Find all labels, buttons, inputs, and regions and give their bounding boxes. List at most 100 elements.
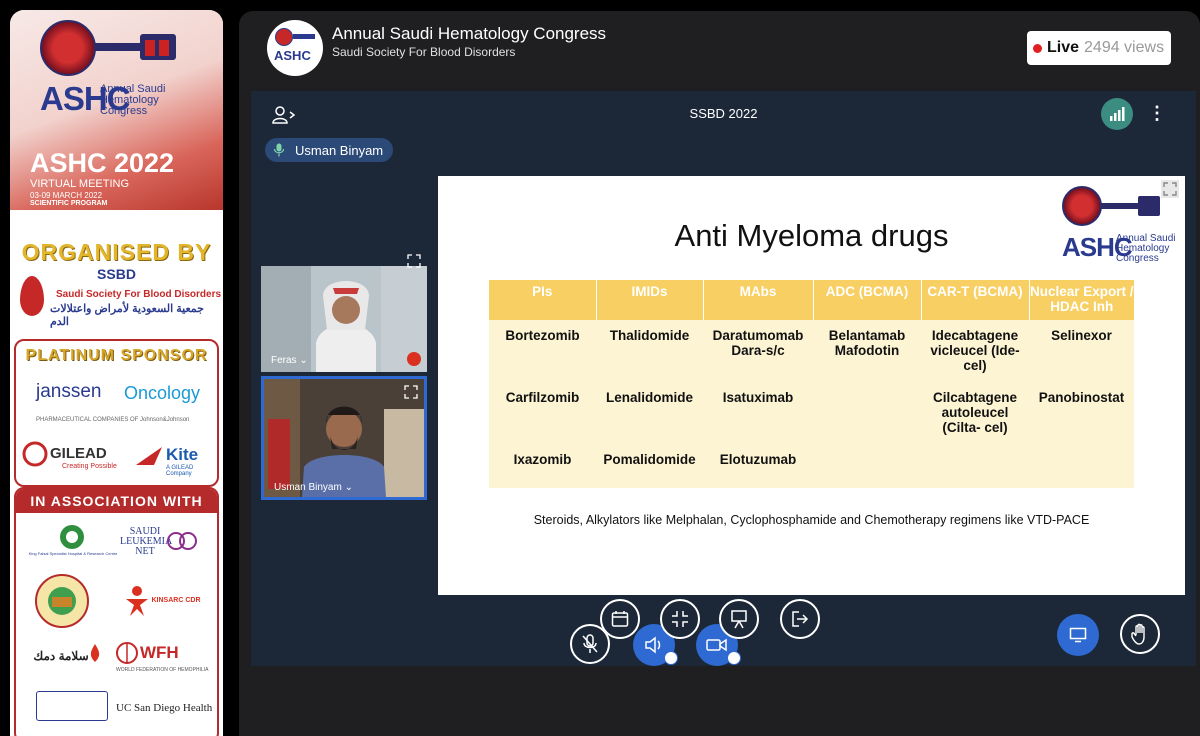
table-header: MAbs [703,280,814,320]
table-row: Bortezomib Thalidomide Daratumomab Dara-… [489,320,1134,382]
tile-name-label[interactable]: Feras ⌄ [271,355,308,366]
table-cell: Idecabtagene vicleucel (Ide-cel) [921,320,1029,382]
channel-logo[interactable]: ASHC [267,20,323,76]
table-cell: Pomalidomide [596,444,703,488]
table-cell: Cilcabtagene autoleucel (Cilta- cel) [921,382,1029,444]
table-header: Nuclear Export / HDAC Inh [1029,280,1134,320]
jj-note: PHARMACEUTICAL COMPANIES OF Johnson&John… [36,417,190,423]
table-cell: Carfilzomib [489,382,596,444]
banner-header: ASHC Annual Saudi Hematology Congress AS… [10,10,223,210]
table-cell [921,444,1029,488]
table-cell: Selinexor [1029,320,1134,382]
gilead-logo: GILEAD [50,445,107,462]
kite-sub: A GILEAD Company [166,465,194,477]
saudi-leukemia-label: SAUDI LEUKEMIA NET [120,526,173,557]
wfh-globe-icon [116,642,138,664]
expand-icon[interactable] [404,385,418,399]
video-tile-usman[interactable]: Usman Binyam ⌄ [261,376,427,500]
table-cell: Ixazomib [489,444,596,488]
ssbd-full-name: Saudi Society For Blood Disorders [56,289,222,300]
table-row: Carfilzomib Lenalidomide Isatuximab Cilc… [489,382,1134,444]
kfsh-logo-icon [60,525,84,549]
red-drop-icon [90,644,100,662]
wfh-sub: WORLD FEDERATION OF HEMOPHILIA [116,667,209,673]
slide-title: Anti Myeloma drugs [674,218,949,253]
more-options-icon[interactable]: ⋮ [1148,103,1166,123]
table-cell: Thalidomide [596,320,703,382]
banner-virtual: VIRTUAL MEETING [30,178,130,190]
slide-expand-icon[interactable] [1161,180,1179,198]
channel-logo-bar [293,34,315,39]
mic-muted-icon [407,352,421,366]
slide-test-tubes-icon [1138,196,1160,216]
kfsh-label: King Faisal Specialist Hospital & Resear… [28,551,118,556]
gov-org-logo [36,691,108,721]
banner-program: SCIENTIFIC PROGRAM [30,200,108,207]
expand-icon[interactable] [407,254,421,268]
chevron-down-icon: ⌄ [344,482,353,493]
kite-icon [136,447,162,465]
channel-logo-circle [275,28,293,46]
salama-label: سلامة دمك [33,649,89,663]
sponsor-banner: ASHC Annual Saudi Hematology Congress AS… [10,10,223,736]
banner-logo-sub: Annual Saudi Hematology Congress [100,83,166,117]
participant-video [264,379,424,497]
janssen-logo: janssen [36,381,102,402]
blood-drop-icon [20,276,44,316]
chevron-down-icon[interactable] [664,651,678,665]
table-header: ADC (BCMA) [813,280,922,320]
channel-subtitle: Saudi Society For Blood Disorders [332,45,516,59]
table-cell [813,444,921,488]
banner-year-title: ASHC 2022 [30,148,175,178]
presentation-button[interactable] [719,599,759,639]
meeting-area: SSBD 2022 ⋮ Usman Binyam Feras ⌄ Usman B… [251,91,1196,666]
wfh-label: WFH [140,643,179,662]
table-header: CAR-T (BCMA) [921,280,1030,320]
leave-button[interactable] [780,599,820,639]
camera-icon [706,638,727,652]
table-cell: Lenalidomide [596,382,703,444]
test-tubes-icon [140,34,176,60]
signal-icon [1110,107,1125,121]
network-signal-button[interactable] [1101,98,1133,130]
organised-by-title: ORGANISED BY [21,239,212,265]
tile-name: Usman Binyam [274,482,342,493]
channel-logo-text: ASHC [274,48,311,63]
ucsd-label: UC San Diego Health [116,702,213,714]
table-cell [1029,444,1134,488]
table-row: Ixazomib Pomalidomide Elotuzumab [489,444,1134,488]
raise-hand-button[interactable] [1120,614,1160,654]
slide-footnote: Steroids, Alkylators like Melphalan, Cyc… [533,513,1090,527]
table-cell: Belantamab Mafodotin [813,320,921,382]
table-header: IMIDs [596,280,704,320]
exit-fullscreen-icon [672,611,688,627]
middle-east-org-logo-icon [35,574,89,628]
tile-name-label[interactable]: Usman Binyam ⌄ [274,482,353,493]
table-cell: Elotuzumab [703,444,813,488]
ssbd-arabic-name: جمعية السعودية لأمراض واعتلالات الدم [50,303,204,328]
drug-table: PIs IMIDs MAbs ADC (BCMA) CAR-T (BCMA) N… [489,280,1134,488]
live-badge: Live 2494 views [1027,31,1171,65]
active-speaker-name: Usman Binyam [295,142,384,158]
banner-dates: 03-09 MARCH 2022 [30,191,103,200]
hematopedia-logo-icon [40,20,96,76]
oncology-label: Oncology [124,383,201,403]
participant-video [261,248,427,372]
tile-name: Feras [271,355,297,366]
shared-slide: ASHC Annual Saudi Hematology Congress An… [438,176,1185,595]
raise-hand-icon [1131,623,1145,645]
live-dot-icon [1033,43,1042,53]
video-tile-feras[interactable]: Feras ⌄ [261,248,427,372]
mic-off-icon [582,634,598,653]
gilead-sub: Creating Possible [62,463,117,470]
kinsarc-label: KINSARC CDR [151,597,201,604]
table-cell: Daratumomab Dara-s/c [703,320,813,382]
mic-icon [273,143,285,157]
chevron-down-icon[interactable] [727,651,741,665]
exit-fullscreen-button[interactable] [660,599,700,639]
schedule-button[interactable] [600,599,640,639]
association-box: IN ASSOCIATION WITH King Faisal Speciali… [14,487,219,736]
table-cell: Panobinostat [1029,382,1134,444]
platinum-sponsor-box: PLATINUM SPONSOR janssen Oncology PHARMA… [14,339,219,487]
screen-share-button[interactable] [1057,614,1099,656]
